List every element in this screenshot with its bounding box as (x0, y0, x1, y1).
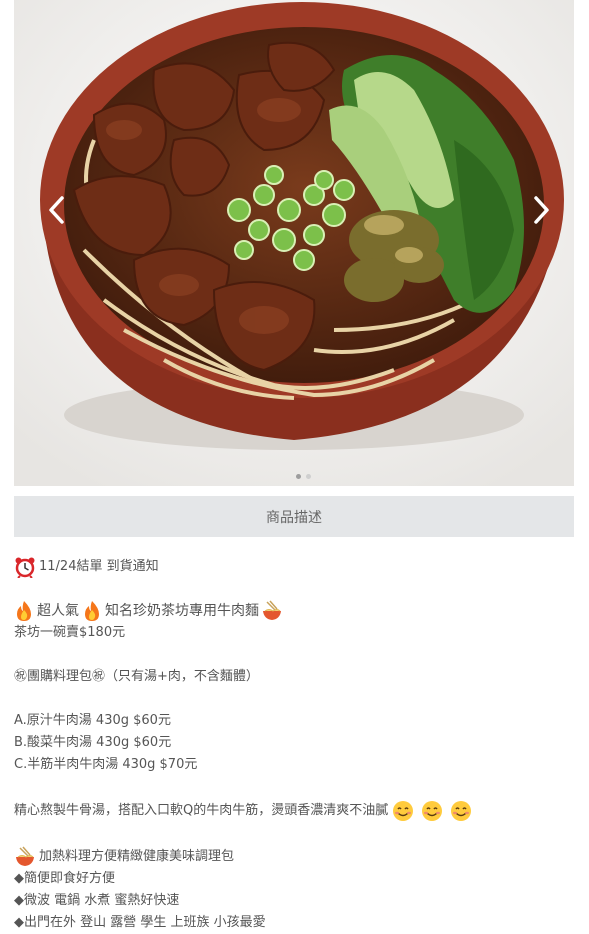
product-description: 11/24結單 到貨通知 超人氣 知名珍奶茶坊專用牛肉麵 茶坊一碗賣$180元 (14, 556, 574, 934)
headline-line: 超人氣 知名珍奶茶坊專用牛肉麵 (14, 600, 574, 622)
option-c: C.半筋半肉牛肉湯 430g $70元 (14, 757, 198, 772)
bullet-2: ◆微波 電鍋 水煮 蜜熱好快速 (14, 893, 180, 908)
fire-icon (82, 600, 102, 622)
product-photo (14, 0, 574, 486)
noodle-bowl-icon (261, 600, 283, 622)
smiling-face-icon (421, 800, 443, 822)
product-image-carousel[interactable] (14, 0, 574, 486)
pack-title-line: 加熱料理方便精緻健康美味調理包 (14, 846, 574, 868)
chevron-right-icon (534, 196, 549, 224)
tab-product-description[interactable]: 商品描述 (14, 496, 574, 537)
option-a: A.原汁牛肉湯 430g $60元 (14, 713, 171, 728)
notice-text: 11/24結單 到貨通知 (39, 559, 159, 574)
option-b: B.酸菜牛肉湯 430g $60元 (14, 735, 172, 750)
chevron-left-icon (49, 196, 64, 224)
carousel-dot-1[interactable] (296, 474, 301, 479)
story-line: 精心熬製牛骨湯，搭配入口軟Q的牛肉牛筋，燙頭香濃清爽不油膩 (14, 798, 574, 824)
headline-text-a: 超人氣 (37, 603, 79, 619)
alarm-clock-icon (14, 556, 36, 578)
notice-line: 11/24結單 到貨通知 (14, 556, 574, 578)
smiling-face-icon (450, 800, 472, 822)
carousel-prev-button[interactable] (40, 190, 74, 230)
carousel-pagination (296, 474, 311, 479)
story-text: 精心熬製牛骨湯，搭配入口軟Q的牛肉牛筋，燙頭香濃清爽不油膩 (14, 803, 389, 818)
smiling-face-icon (392, 800, 414, 822)
price-line: 茶坊一碗賣$180元 (14, 625, 126, 640)
noodle-bowl-icon (14, 846, 36, 868)
pack-title-text: 加熱料理方便精緻健康美味調理包 (39, 849, 235, 864)
tab-label: 商品描述 (266, 509, 322, 526)
fire-icon (14, 600, 34, 622)
headline-text-b: 知名珍奶茶坊專用牛肉麵 (105, 603, 259, 619)
package-line: ㊗團購料理包㊗（只有湯+肉，不含麵體） (14, 669, 259, 684)
carousel-next-button[interactable] (524, 190, 558, 230)
carousel-dot-2[interactable] (306, 474, 311, 479)
bullet-1: ◆簡便即食好方便 (14, 871, 115, 886)
